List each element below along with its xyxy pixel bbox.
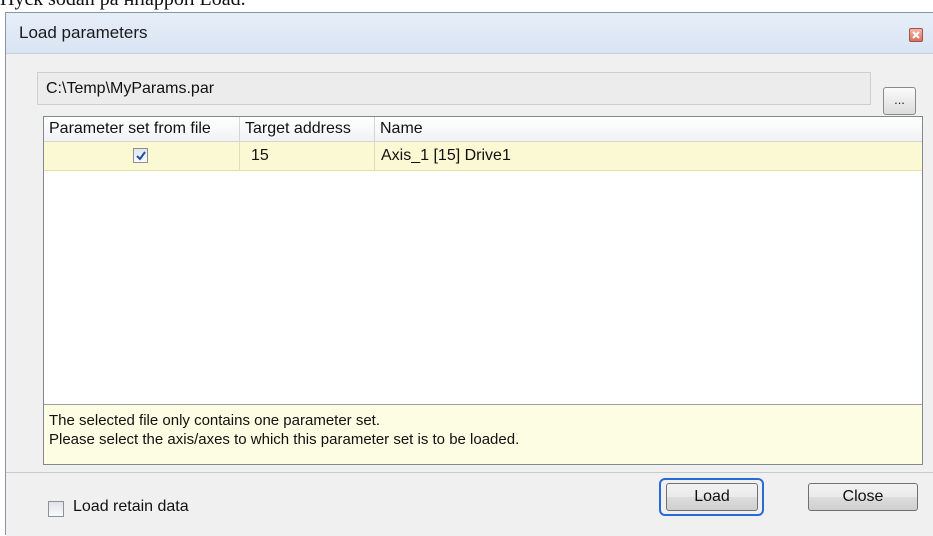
info-line-2: Please select the axis/axes to which thi… <box>49 431 520 448</box>
target-address-cell: 15 <box>240 142 375 170</box>
file-path-field[interactable]: C:\Temp\MyParams.par <box>37 72 871 105</box>
grid-header: Parameter set from file Target address N… <box>44 117 922 142</box>
column-header-parameter-set[interactable]: Parameter set from file <box>44 117 240 141</box>
info-line-1: The selected file only contains one para… <box>49 412 381 429</box>
dialog-title: Load parameters <box>19 23 148 42</box>
close-icon[interactable] <box>909 28 923 42</box>
parameter-set-grid: Parameter set from file Target address N… <box>43 116 923 465</box>
browse-button[interactable]: ... <box>883 87 916 115</box>
close-button[interactable]: Close <box>808 483 918 511</box>
dialog-titlebar: Load parameters <box>6 13 933 54</box>
table-row[interactable]: 15 Axis_1 [15] Drive1 <box>44 142 922 171</box>
load-parameters-dialog: Load parameters C:\Temp\MyParams.par ...… <box>5 12 933 536</box>
info-panel: The selected file only contains one para… <box>44 404 922 464</box>
axis-name-cell: Axis_1 [15] Drive1 <box>381 147 511 164</box>
load-retain-data-checkbox[interactable] <box>48 501 64 517</box>
load-button[interactable]: Load <box>666 483 758 511</box>
column-header-target-address[interactable]: Target address <box>240 117 375 141</box>
parameter-set-checkbox[interactable] <box>133 148 148 163</box>
load-retain-data-label: Load retain data <box>73 498 189 515</box>
parameter-set-cell <box>44 142 240 170</box>
column-header-name[interactable]: Name <box>375 117 922 141</box>
page-caption: Нуск sodan på нпарроп Load. <box>0 0 933 12</box>
